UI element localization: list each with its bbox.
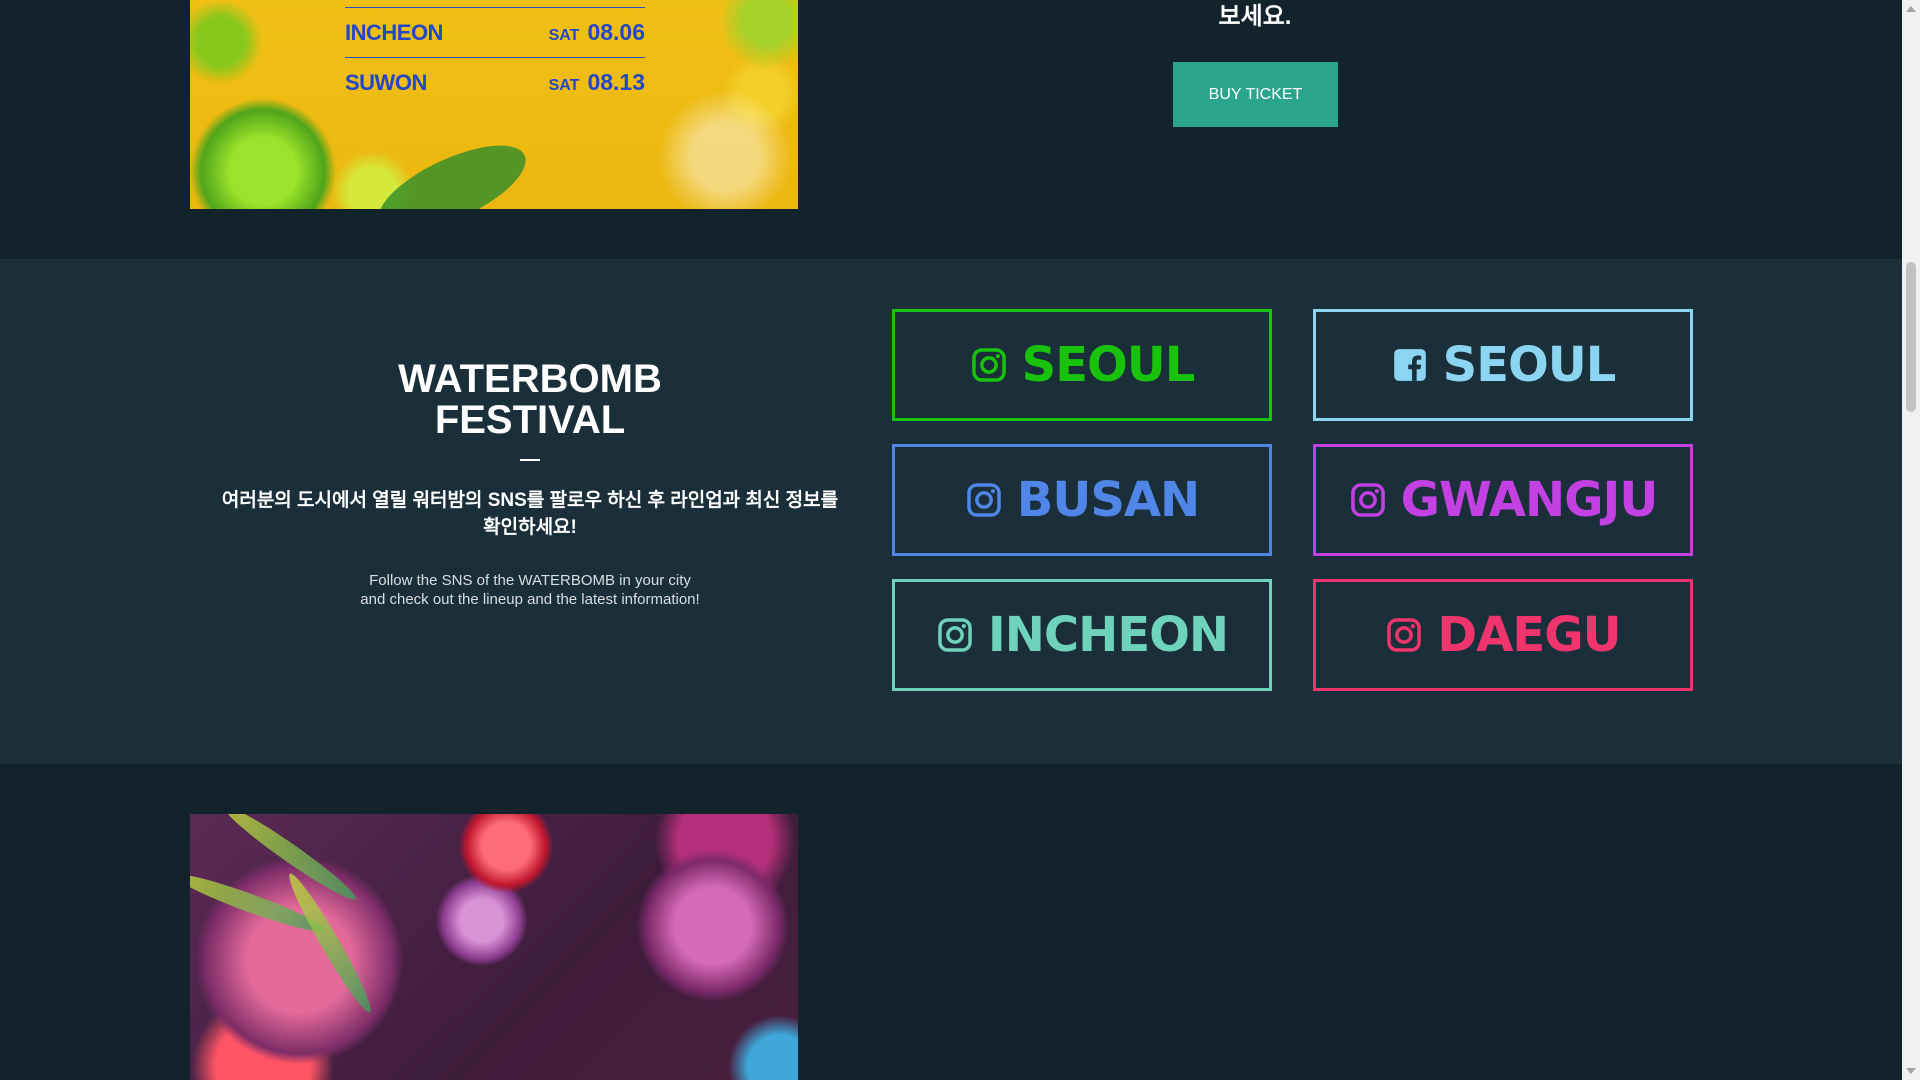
sns-link-incheon-instagram[interactable]: INCHEON [892,579,1272,691]
poster-date: SAT 08.13 [549,69,645,96]
poster-date-value: 08.06 [587,19,645,45]
festival-poster-yellow: INCHEON SAT 08.06 SUWON SAT 08.13 [190,0,798,209]
sns-link-label: SEOUL [1442,337,1617,393]
poster-schedule-row: SUWON SAT 08.13 [345,57,645,107]
poster-leaf [282,869,378,1017]
instagram-icon [1350,483,1385,517]
sns-link-seoul-instagram[interactable]: SEOUL [892,309,1272,421]
poster-schedule-row: INCHEON SAT 08.06 [345,7,645,57]
instagram-icon [1387,618,1422,652]
ticket-heading: 보세요. [1218,3,1292,30]
poster-date: SAT 08.06 [549,19,645,46]
instagram-icon [938,618,972,652]
scrollbar-thumb[interactable] [1906,262,1916,412]
next-section [0,764,1902,1080]
sns-link-label: DAEGU [1437,607,1621,663]
sns-section: WATERBOMB FESTIVAL 여러분의 도시에서 열릴 워터밤의 SNS… [0,259,1902,764]
poster-city: SUWON [345,69,427,95]
sns-link-label: BUSAN [1016,472,1200,528]
sns-link-label: SEOUL [1021,337,1196,393]
poster-city: INCHEON [345,19,443,45]
sns-title: WATERBOMB FESTIVAL [215,359,845,441]
ticket-section: INCHEON SAT 08.06 SUWON SAT 08.13 보세요. BUY… [0,0,1902,259]
scroll-up-arrow-icon[interactable] [1906,6,1916,12]
poster-day: SAT [548,27,580,44]
sns-link-label: GWANGJU [1400,472,1659,528]
scroll-down-arrow-icon[interactable] [1906,1068,1916,1074]
buy-ticket-button[interactable]: BUY TICKET [1173,62,1338,127]
sns-link-busan-instagram[interactable]: BUSAN [892,444,1272,556]
poster-date-value: 08.13 [587,69,645,95]
facebook-icon [1393,349,1426,381]
sns-title-line1: WATERBOMB [398,357,662,401]
instagram-icon [966,483,1001,517]
sns-link-seoul-facebook[interactable]: SEOUL [1313,309,1693,421]
sns-title-line2: FESTIVAL [434,398,626,442]
sns-link-daegu-instagram[interactable]: DAEGU [1313,579,1693,691]
page-scrollbar[interactable] [1902,0,1920,1080]
sns-link-label: INCHEON [987,607,1229,663]
instagram-icon [971,348,1006,382]
sns-link-gwangju-instagram[interactable]: GWANGJU [1313,444,1693,556]
sns-intro: WATERBOMB FESTIVAL 여러분의 도시에서 열릴 워터밤의 SNS… [215,359,845,609]
sns-korean-description: 여러분의 도시에서 열릴 워터밤의 SNS를 팔로우 하신 후 라인업과 최신 … [221,490,839,538]
sns-english-description: Follow the SNS of the WATERBOMB in your … [360,572,700,608]
festival-poster-purple [190,814,798,1080]
title-divider [520,459,540,461]
page: INCHEON SAT 08.06 SUWON SAT 08.13 보세요. BUY… [0,0,1920,1080]
poster-day: SAT [548,77,580,94]
poster-splash [367,128,538,209]
